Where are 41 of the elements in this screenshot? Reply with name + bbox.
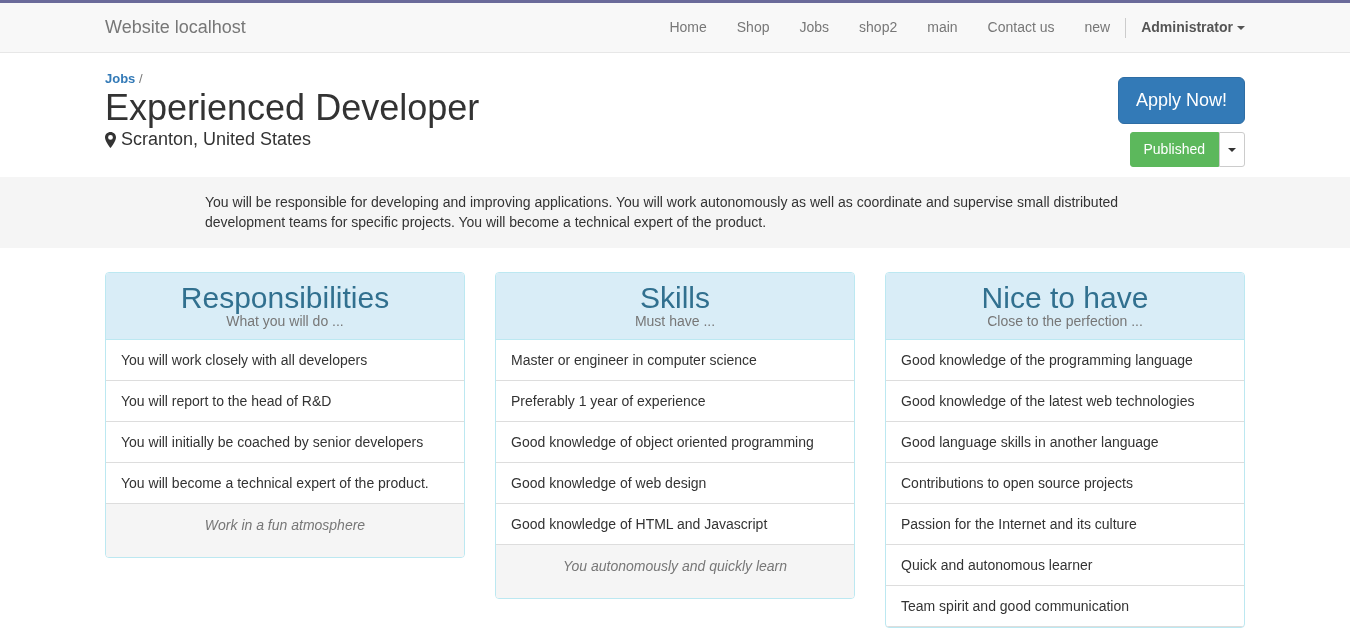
list-item: Contributions to open source projects xyxy=(886,463,1244,504)
panel-title: Nice to have xyxy=(980,281,1150,314)
map-pin-icon xyxy=(105,131,116,148)
nav-link[interactable]: Contact us xyxy=(972,17,1070,38)
list-item: You will work closely with all developers xyxy=(106,340,464,381)
list-item: Good knowledge of the programming language xyxy=(886,340,1244,381)
list-item: Good knowledge of the latest web technologies xyxy=(886,381,1244,422)
panel-footer: You autonomously and quickly learn xyxy=(496,545,854,598)
list-item: Quick and autonomous learner xyxy=(886,545,1244,586)
status-button[interactable]: Published xyxy=(1129,132,1219,167)
list-item: Good knowledge of web design xyxy=(496,463,854,504)
list-item: Good language skills in another language xyxy=(886,422,1244,463)
list-item: Master or engineer in computer science xyxy=(496,340,854,381)
list-item: You will initially be coached by senior developers xyxy=(106,422,464,463)
list-item: Team spirit and good communication xyxy=(886,586,1244,627)
list-item: You will report to the head of R&D xyxy=(106,381,464,422)
site-brand[interactable]: Website localhost xyxy=(105,14,246,41)
dropdown-toggle-button[interactable] xyxy=(1219,132,1245,167)
intro-paragraph: You will be responsible for developing and improving applications. You will work autonomously as well as coordinate and supervise small distributed development teams for specific projects. You will become a technical expert of the product. xyxy=(205,193,1120,232)
nav-link[interactable]: shop2 xyxy=(844,17,913,38)
panel-title: Responsibilities xyxy=(179,281,391,314)
nav-link[interactable]: main xyxy=(912,17,973,38)
list-item: Passion for the Internet and its culture xyxy=(886,504,1244,545)
panel-subtitle: What you will do ... xyxy=(226,314,344,328)
panel-title: Skills xyxy=(639,281,711,314)
nav-link[interactable]: Jobs xyxy=(784,17,845,38)
nav-link[interactable]: Shop xyxy=(721,17,785,38)
list-item: Good knowledge of object oriented programming xyxy=(496,422,854,463)
breadcrumb-separator: / xyxy=(138,71,143,86)
user-menu[interactable]: Administrator xyxy=(1126,17,1245,38)
list-item: Preferably 1 year of experience xyxy=(496,381,854,422)
apply-button[interactable]: Apply Now! xyxy=(1117,77,1245,124)
nav-link[interactable]: Home xyxy=(654,17,722,38)
panel-footer: Work in a fun atmosphere xyxy=(106,504,464,557)
nav-link[interactable]: new xyxy=(1069,17,1126,38)
breadcrumb-link[interactable]: Jobs xyxy=(105,71,136,86)
caret-icon xyxy=(1228,148,1236,153)
page-title: Experienced Developer xyxy=(105,88,480,127)
location-text: Scranton, United States xyxy=(121,128,312,152)
panel-subtitle: Must have ... xyxy=(633,314,717,328)
panel-subtitle: Close to the perfection ... xyxy=(986,314,1144,328)
